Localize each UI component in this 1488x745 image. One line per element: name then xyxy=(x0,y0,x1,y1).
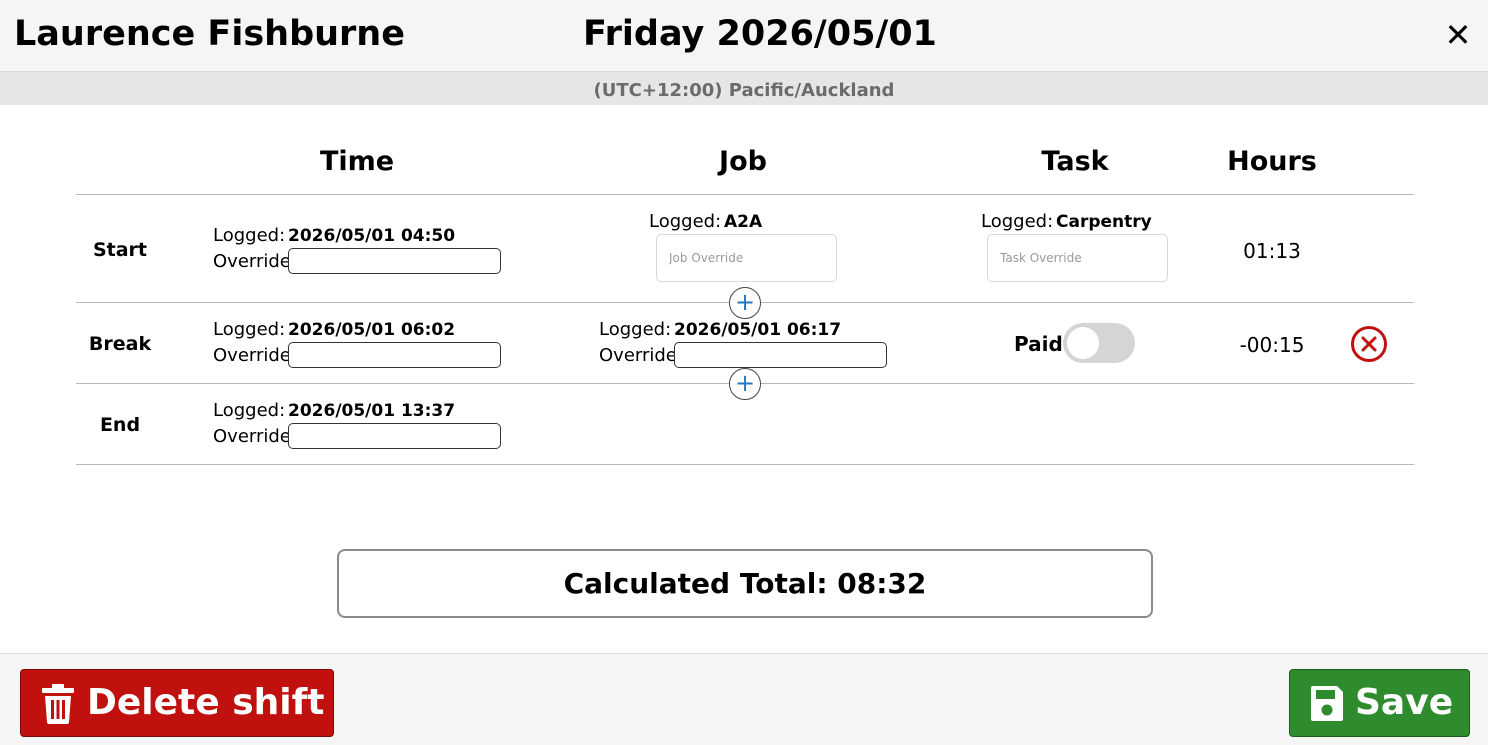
end-logged-time: 2026/05/01 13:37 xyxy=(288,401,456,421)
override-label: Override: xyxy=(213,426,297,447)
start-logged-time: 2026/05/01 04:50 xyxy=(288,226,456,246)
logged-label: Logged: xyxy=(213,319,286,340)
logged-label: Logged: xyxy=(599,319,672,340)
override-label: Override: xyxy=(213,251,297,272)
break-start-logged-time: 2026/05/01 06:02 xyxy=(288,320,456,340)
trash-icon xyxy=(42,684,74,724)
column-header-hours: Hours xyxy=(1227,146,1317,177)
add-break-button[interactable]: + xyxy=(729,368,761,400)
header-bar: Laurence Fishburne Friday 2026/05/01 ✕ xyxy=(0,0,1488,72)
override-label: Override: xyxy=(599,345,683,366)
break-hours: -00:15 xyxy=(1239,333,1305,357)
delete-shift-label: Delete shift xyxy=(87,682,325,723)
save-button[interactable]: Save xyxy=(1289,669,1470,737)
row-label-start: Start xyxy=(92,239,148,261)
logged-label: Logged: xyxy=(213,225,286,246)
delete-shift-button[interactable]: Delete shift xyxy=(20,669,334,737)
shift-date-title: Friday 2026/05/01 xyxy=(583,14,937,54)
save-label: Save xyxy=(1355,682,1454,723)
add-break-button[interactable]: + xyxy=(729,287,761,319)
break-start-override-input[interactable] xyxy=(288,342,501,368)
divider xyxy=(76,464,1414,465)
start-override-input[interactable] xyxy=(288,248,501,274)
row-label-end: End xyxy=(99,414,141,436)
column-header-task: Task xyxy=(1041,146,1109,177)
task-logged-label: Logged: xyxy=(981,211,1054,232)
break-end-override-input[interactable] xyxy=(674,342,887,368)
end-override-input[interactable] xyxy=(288,423,501,449)
start-hours: 01:13 xyxy=(1243,239,1301,263)
floppy-disk-icon xyxy=(1311,686,1343,721)
timezone-label: (UTC+12:00) Pacific/Auckland xyxy=(0,72,1488,105)
divider xyxy=(76,194,1414,195)
override-label: Override: xyxy=(213,345,297,366)
row-label-break: Break xyxy=(88,333,152,355)
column-header-job: Job xyxy=(719,146,767,177)
job-override-input[interactable] xyxy=(656,234,837,282)
task-logged-value: Carpentry xyxy=(1056,212,1152,232)
toggle-knob xyxy=(1067,327,1099,359)
employee-name: Laurence Fishburne xyxy=(14,14,405,54)
close-icon[interactable]: ✕ xyxy=(1442,18,1474,52)
job-logged-label: Logged: xyxy=(649,211,722,232)
job-logged-value: A2A xyxy=(724,212,763,232)
column-header-time: Time xyxy=(319,146,395,177)
break-end-logged-time: 2026/05/01 06:17 xyxy=(674,320,842,340)
logged-label: Logged: xyxy=(213,400,286,421)
paid-label: Paid xyxy=(1014,332,1063,356)
paid-toggle[interactable] xyxy=(1063,323,1135,363)
task-override-input[interactable] xyxy=(987,234,1168,282)
calculated-total: Calculated Total: 08:32 xyxy=(337,549,1153,618)
remove-circle-icon[interactable] xyxy=(1350,325,1388,363)
